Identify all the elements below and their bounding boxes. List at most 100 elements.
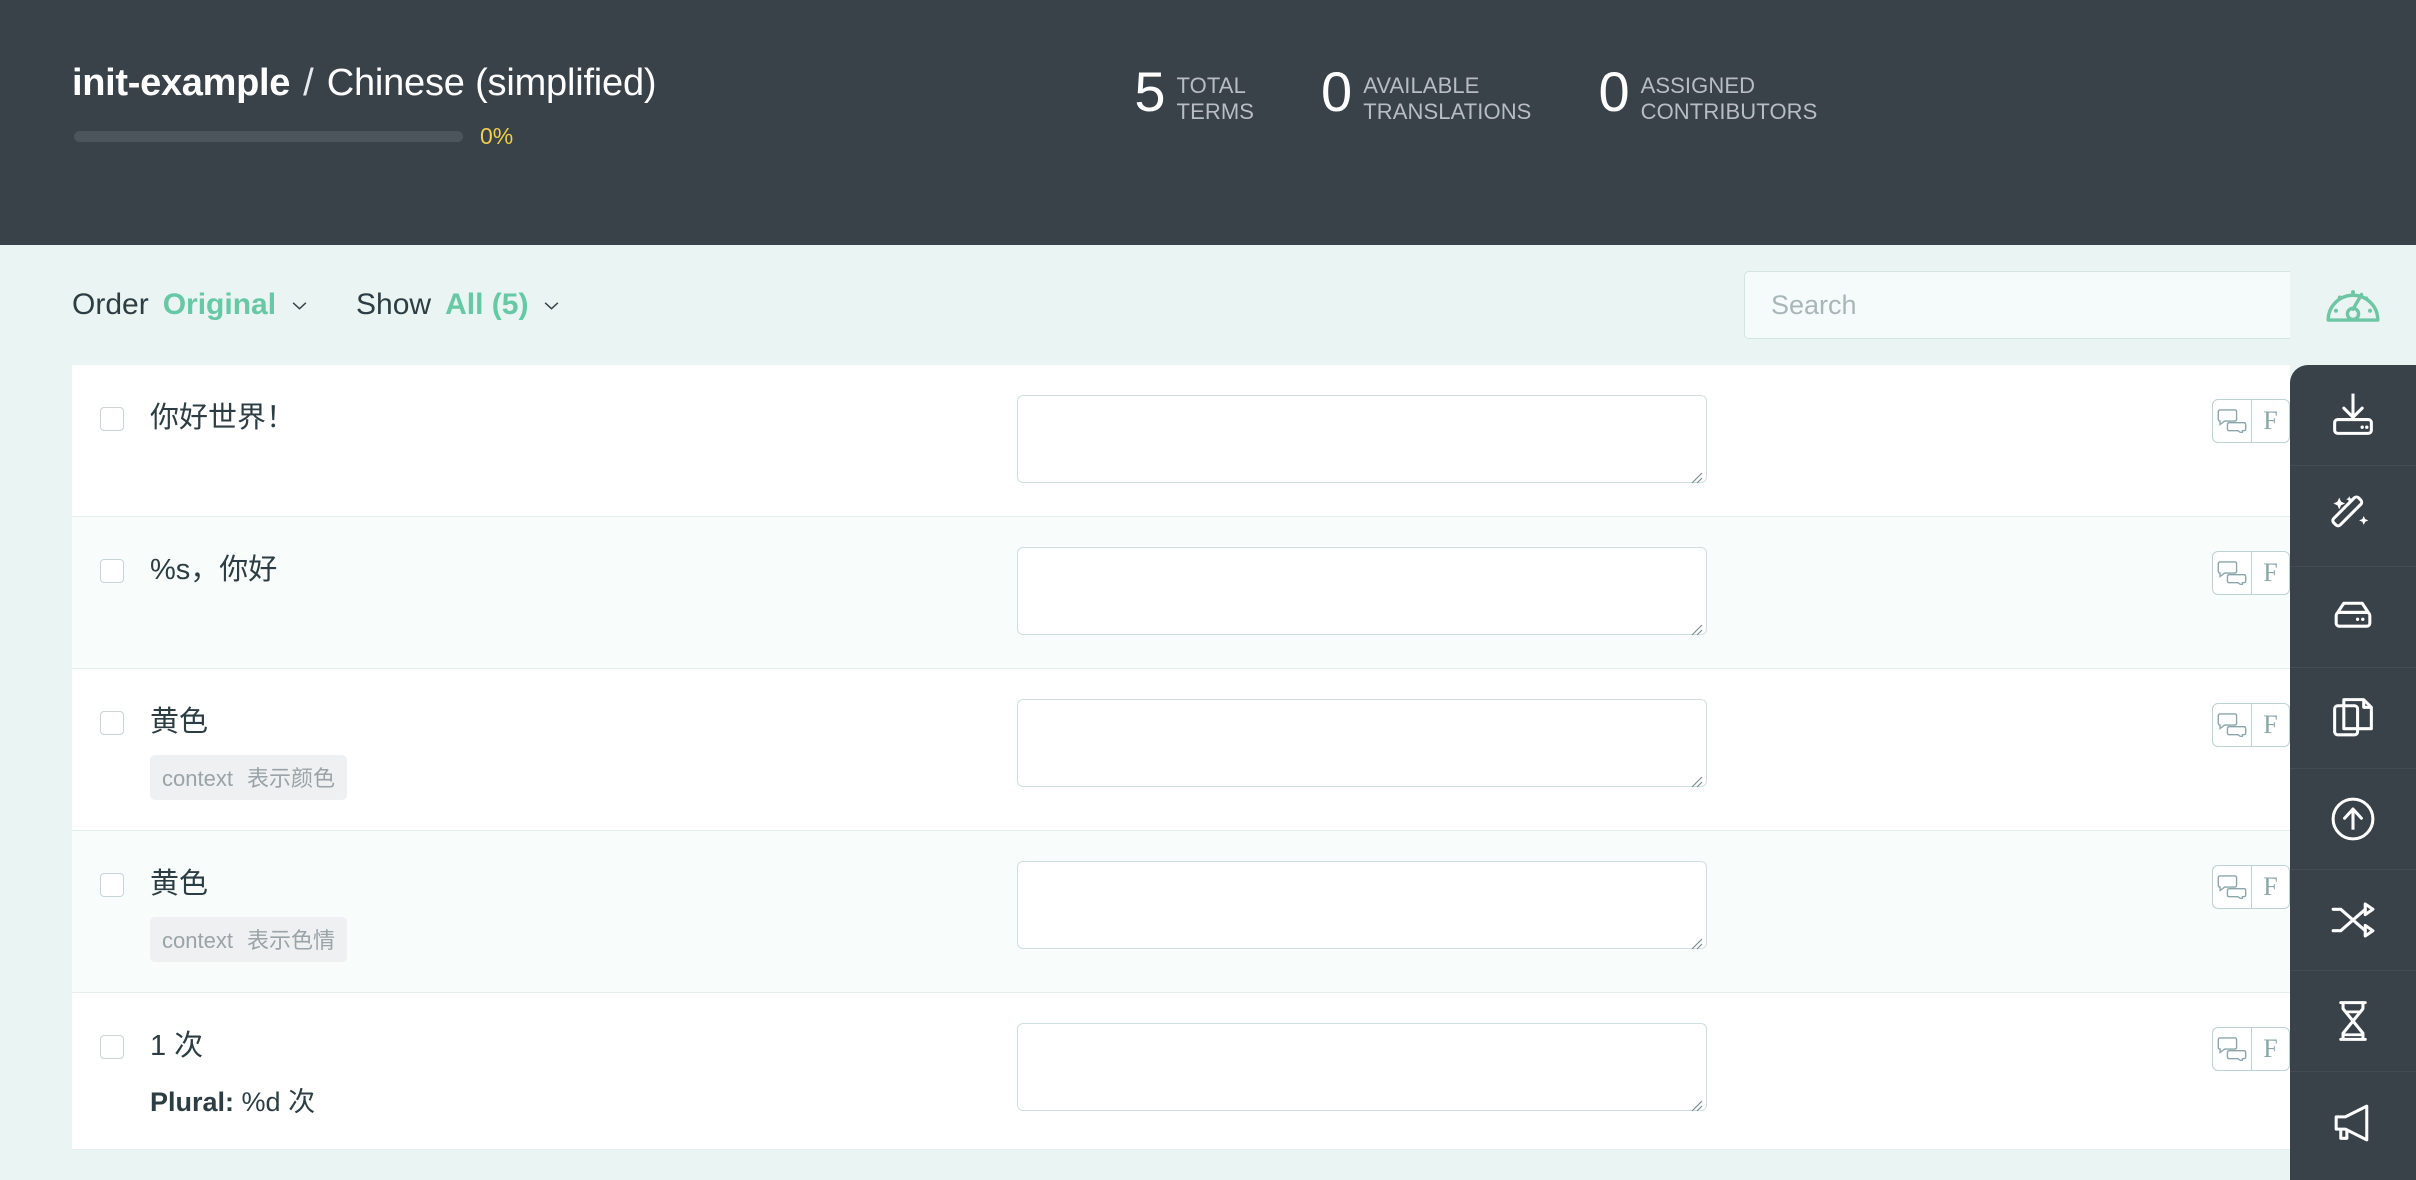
breadcrumb: init-example / Chinese (simplified): [72, 62, 657, 105]
progress-bar: [74, 131, 463, 142]
upload-circle-icon[interactable]: [2327, 793, 2379, 845]
row-target-cell: [1017, 517, 2188, 668]
row-actions: F: [2188, 365, 2290, 443]
duplicate-pages-icon[interactable]: [2327, 692, 2379, 744]
plural-value: %d 次: [241, 1087, 316, 1118]
row-source-cell: 你好世界！: [72, 365, 1017, 466]
source-term: 你好世界！: [150, 402, 296, 434]
row-action-buttons: F: [2212, 1026, 2290, 1071]
shuffle-icon[interactable]: [2327, 894, 2379, 946]
stat-label: AVAILABLE TRANSLATIONS: [1363, 73, 1531, 125]
stat-label-line2: TRANSLATIONS: [1363, 98, 1532, 124]
sidebar-item-upload-circle[interactable]: [2290, 769, 2416, 870]
source-term: %s，你好: [150, 554, 278, 586]
row-action-buttons: F: [2212, 551, 2290, 595]
gauge-button[interactable]: [2290, 245, 2416, 365]
row-checkbox[interactable]: [100, 559, 124, 583]
stat-value: 0: [1598, 60, 1629, 123]
format-button[interactable]: F: [2251, 400, 2289, 442]
comment-button[interactable]: [2213, 1028, 2251, 1070]
source-term: 黄色: [150, 867, 209, 900]
chevron-down-icon[interactable]: [291, 297, 308, 314]
archive-drive-icon[interactable]: [2327, 591, 2379, 643]
stat-item: 0 AVAILABLE TRANSLATIONS: [1321, 60, 1531, 125]
context-badge: context 表示色情: [150, 916, 347, 962]
stat-label-line2: CONTRIBUTORS: [1640, 98, 1818, 124]
context-value: 表示色情: [246, 927, 335, 953]
progress-percent-label: 0%: [480, 123, 514, 149]
magic-wand-icon[interactable]: [2327, 490, 2379, 542]
row-checkbox[interactable]: [100, 872, 124, 897]
table-row: 1 次 Plural: %d 次 F: [72, 992, 2290, 1151]
comment-icon[interactable]: [2217, 875, 2247, 899]
comment-icon[interactable]: [2217, 1036, 2247, 1061]
order-filter[interactable]: Order Original: [72, 288, 308, 322]
stat-label: TOTAL TERMS: [1177, 73, 1255, 125]
gauge-icon[interactable]: [2322, 275, 2384, 336]
source-texts: 1 次 Plural: %d 次: [150, 1029, 315, 1120]
stat-value: 0: [1321, 60, 1352, 123]
comment-icon[interactable]: [2217, 409, 2247, 433]
comment-button[interactable]: [2213, 866, 2251, 908]
format-button[interactable]: F: [2251, 865, 2289, 908]
terms-list-area: 你好世界！ F %s，你好 F 黄色 context 表示颜色 F 黄色 context 表示色情 F…: [0, 365, 2416, 1180]
row-checkbox[interactable]: [100, 407, 124, 431]
source-texts: 黄色 context 表示色情: [150, 867, 347, 962]
order-label: Order: [72, 288, 149, 321]
search-input[interactable]: [1771, 289, 2289, 321]
row-actions: F: [2188, 831, 2290, 909]
import-tray-icon[interactable]: [2327, 389, 2379, 441]
terms-list: 你好世界！ F %s，你好 F 黄色 context 表示颜色 F 黄色 context 表示色情 F…: [72, 365, 2290, 1151]
comment-icon[interactable]: [2217, 561, 2247, 585]
comment-button[interactable]: [2213, 704, 2251, 746]
format-button[interactable]: F: [2251, 552, 2289, 594]
context-badge: context 表示颜色: [150, 754, 347, 800]
row-checkbox[interactable]: [100, 1034, 124, 1059]
source-texts: %s，你好: [150, 553, 277, 588]
translation-input[interactable]: [1017, 699, 1707, 787]
table-row: 黄色 context 表示色情 F: [72, 830, 2290, 993]
sidebar-item-magic-wand[interactable]: [2290, 466, 2416, 567]
row-target-cell: [1017, 993, 2188, 1144]
translation-input[interactable]: [1017, 1022, 1707, 1111]
comment-button[interactable]: [2213, 552, 2251, 594]
show-label: Show: [356, 288, 432, 321]
search-box[interactable]: [1744, 271, 2344, 339]
project-name[interactable]: init-example: [72, 62, 290, 105]
translation-wrapper: [1017, 860, 1707, 954]
sidebar-item-import-tray[interactable]: [2290, 365, 2416, 466]
translation-input[interactable]: [1017, 860, 1707, 949]
stat-label-line1: ASSIGNED: [1640, 73, 1756, 98]
sidebar-item-hourglass[interactable]: [2290, 971, 2416, 1072]
progress-row: 0%: [74, 123, 656, 150]
stat-item: 5 TOTAL TERMS: [1134, 64, 1255, 125]
source-texts: 黄色 context 表示颜色: [150, 705, 347, 800]
page-header: init-example / Chinese (simplified) 0% 5…: [0, 0, 2416, 245]
hourglass-icon[interactable]: [2327, 995, 2379, 1047]
sidebar-item-shuffle[interactable]: [2290, 870, 2416, 971]
sidebar-item-archive-drive[interactable]: [2290, 567, 2416, 668]
comment-icon[interactable]: [2217, 713, 2247, 737]
megaphone-icon[interactable]: [2327, 1097, 2379, 1149]
sidebar-item-megaphone[interactable]: [2290, 1072, 2416, 1173]
order-value[interactable]: Original: [163, 288, 276, 322]
sidebar-item-duplicate-pages[interactable]: [2290, 668, 2416, 769]
show-filter[interactable]: Show All (5): [356, 288, 560, 322]
language-name[interactable]: Chinese (simplified): [327, 62, 657, 105]
translation-input[interactable]: [1017, 395, 1707, 483]
row-actions: F: [2188, 669, 2290, 747]
show-value[interactable]: All (5): [445, 288, 528, 322]
row-checkbox[interactable]: [100, 711, 124, 735]
translation-input[interactable]: [1017, 547, 1707, 635]
stats-group: 5 TOTAL TERMS 0 AVAILABLE TRANSLATIONS 0 ASSIGN…: [1134, 62, 1817, 125]
format-button[interactable]: F: [2251, 1027, 2289, 1070]
chevron-down-icon[interactable]: [543, 297, 560, 314]
translation-wrapper: [1017, 1022, 1707, 1116]
row-source-cell: 1 次 Plural: %d 次: [72, 993, 1017, 1150]
comment-button[interactable]: [2213, 400, 2251, 442]
context-value: 表示颜色: [246, 765, 335, 791]
row-action-buttons: F: [2212, 399, 2290, 443]
stat-item: 0 ASSIGNED CONTRIBUTORS: [1598, 60, 1818, 125]
row-source-cell: 黄色 context 表示颜色: [72, 669, 1017, 830]
format-button[interactable]: F: [2251, 704, 2289, 746]
